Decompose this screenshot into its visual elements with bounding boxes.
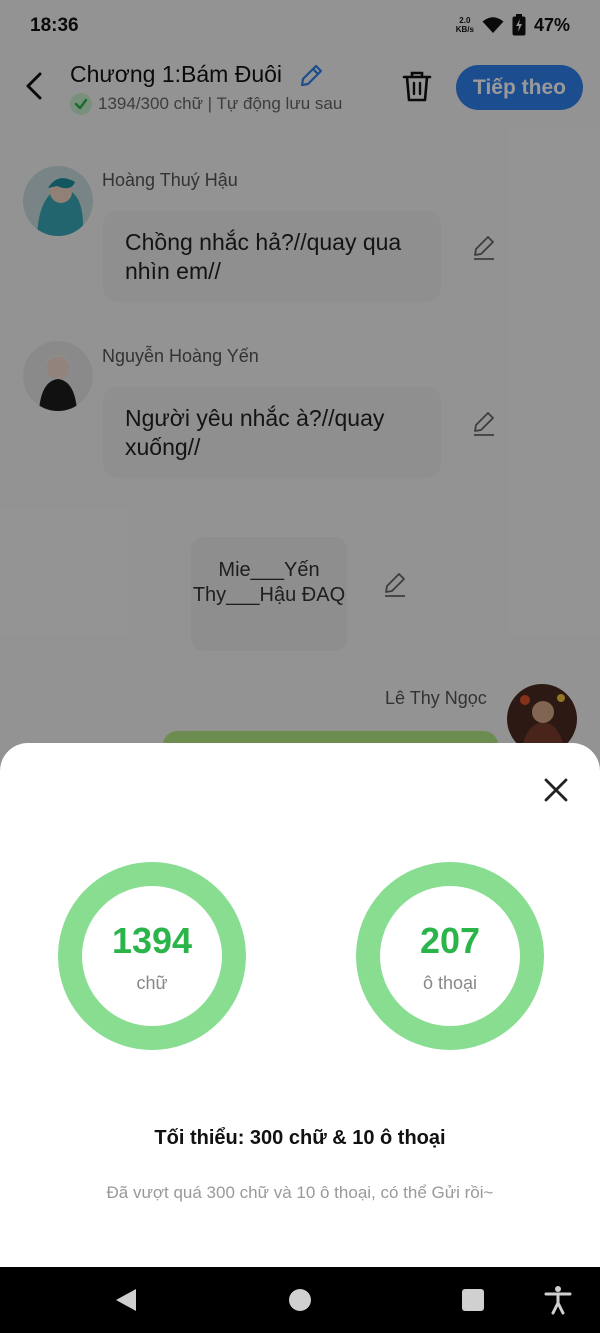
dialogue-count-value: 207 — [419, 920, 481, 961]
nav-home-icon[interactable] — [285, 1285, 315, 1315]
nav-back-icon[interactable] — [111, 1285, 141, 1315]
dialogue-count-ring: 207 ô thoại — [356, 862, 544, 1050]
system-nav-bar — [0, 1267, 600, 1333]
chapter-editor-screen: 18:36 2.0 KB/s 47% Chương 1:Bám Đuôi 139… — [0, 0, 600, 1333]
word-count-sheet: 1394 chữ 207 ô thoại Tối thiểu: 300 chữ … — [0, 743, 600, 1267]
nav-recents-icon[interactable] — [458, 1285, 488, 1315]
close-icon[interactable] — [538, 772, 574, 808]
accessibility-icon[interactable] — [543, 1285, 573, 1315]
requirement-note: Đã vượt quá 300 chữ và 10 ô thoại, có th… — [106, 1183, 494, 1202]
word-count-label: chữ — [136, 973, 168, 993]
dialogue-count-label: ô thoại — [422, 973, 478, 993]
word-count-value: 1394 — [111, 920, 193, 961]
word-count-ring: 1394 chữ — [58, 862, 246, 1050]
minimum-requirement: Tối thiểu: 300 chữ & 10 ô thoại — [154, 1127, 446, 1149]
